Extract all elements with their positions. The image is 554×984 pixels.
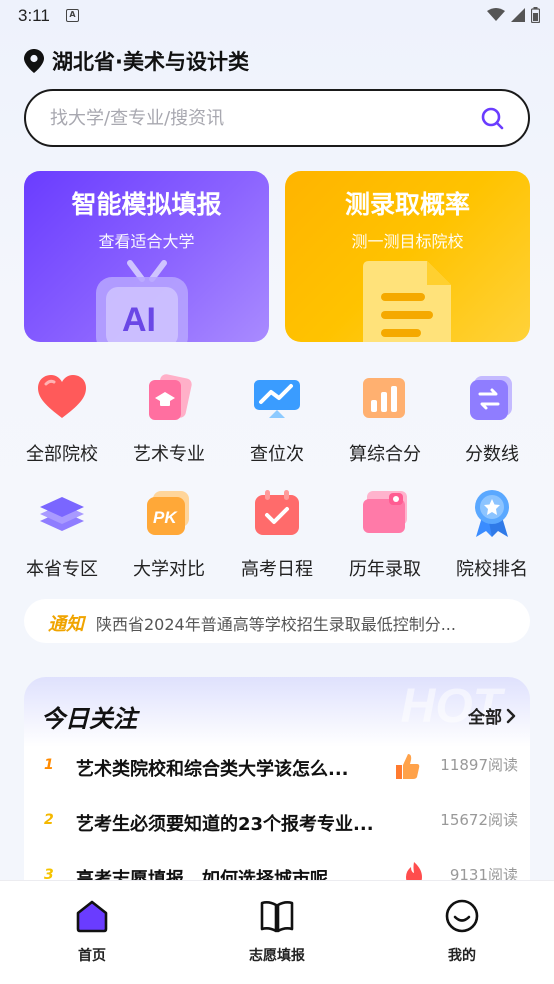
location-text: 湖北省·美术与设计类: [52, 50, 249, 74]
rank-number: 1: [44, 757, 54, 773]
chevron-right-icon: [506, 708, 516, 723]
notice-text: 陕西省2024年普通高等学校招生录取最低控制分...: [96, 615, 456, 634]
grid-item-all-schools[interactable]: 全部院校: [8, 372, 116, 466]
ai-badge-text: AI: [122, 301, 156, 339]
art-cards-icon: [149, 374, 192, 420]
bottom-tab-bar: 首页 志愿填报 我的: [0, 880, 554, 984]
admission-probability-card[interactable]: 测录取概率 测一测目标院校: [285, 171, 530, 342]
grid-item-school-ranking[interactable]: 院校排名: [438, 487, 546, 581]
svg-text:PK: PK: [153, 508, 178, 527]
tab-application[interactable]: 志愿填报: [217, 899, 337, 965]
layers-icon: [40, 497, 84, 531]
signal-icon: [511, 8, 525, 22]
article-row[interactable]: 2 艺考生必须要知道的23个报考专业... 15672阅读: [24, 804, 530, 844]
rank-number: 2: [44, 812, 54, 828]
grid-item-label: 查位次: [250, 444, 304, 465]
article-title: 艺考生必须要知道的23个报考专业...: [76, 814, 374, 835]
grid-item-label: 高考日程: [241, 559, 313, 580]
grid-item-province-zone[interactable]: 本省专区: [8, 487, 116, 581]
grid-item-rank-lookup[interactable]: 查位次: [223, 372, 331, 466]
card-title: 智能模拟填报: [71, 190, 222, 219]
article-row[interactable]: 1 艺术类院校和综合类大学该怎么... 11897阅读: [24, 749, 530, 789]
medal-icon: [475, 490, 509, 537]
today-focus-panel: HOT 今日关注 全部 1 艺术类院校和综合类大学该怎么... 11897阅读 …: [24, 677, 530, 907]
view-all-link[interactable]: 全部: [468, 703, 516, 728]
search-icon[interactable]: [480, 106, 504, 130]
grid-item-label: 算综合分: [349, 444, 421, 465]
bar-chart-icon: [363, 378, 405, 418]
grid-item-composite-score[interactable]: 算综合分: [331, 372, 439, 466]
wallet-icon: [363, 491, 407, 533]
score-line-icon: [470, 376, 512, 420]
tab-label: 我的: [448, 948, 476, 964]
grid-item-label: 本省专区: [26, 559, 98, 580]
read-count: 15672阅读: [440, 811, 518, 829]
notice-tag: 通知: [48, 614, 84, 635]
battery-icon: [531, 7, 540, 23]
location-selector[interactable]: 湖北省·美术与设计类: [24, 46, 249, 76]
chart-trend-icon: [254, 380, 300, 418]
tab-profile[interactable]: 我的: [402, 899, 522, 965]
grid-item-exam-schedule[interactable]: 高考日程: [223, 487, 331, 581]
smart-simulation-card[interactable]: 智能模拟填报 查看适合大学 AI: [24, 171, 269, 342]
status-time: 3:11: [18, 6, 50, 25]
tab-home[interactable]: 首页: [32, 899, 152, 965]
wifi-icon: [487, 8, 505, 21]
tab-label: 志愿填报: [249, 948, 305, 964]
grid-item-past-admissions[interactable]: 历年录取: [331, 487, 439, 581]
heart-icon: [38, 375, 86, 418]
grid-item-label: 艺术专业: [133, 444, 205, 465]
grid-item-label: 大学对比: [133, 559, 205, 580]
grid-item-art-majors[interactable]: 艺术专业: [115, 372, 223, 466]
smile-icon: [445, 899, 479, 933]
home-icon: [76, 900, 108, 933]
read-count: 11897阅读: [440, 756, 518, 774]
pk-icon: PK: [147, 491, 189, 535]
calendar-icon: [255, 490, 299, 535]
thumbs-up-icon: [396, 754, 420, 779]
grid-item-label: 分数线: [465, 444, 519, 465]
grid-item-label: 院校排名: [456, 559, 528, 580]
search-input[interactable]: [50, 105, 470, 131]
notification-badge: A: [66, 9, 79, 22]
section-title: 今日关注: [41, 705, 137, 733]
notice-bar[interactable]: 通知 陕西省2024年普通高等学校招生录取最低控制分...: [24, 599, 530, 643]
grid-item-score-line[interactable]: 分数线: [438, 372, 546, 466]
tab-label: 首页: [78, 948, 106, 964]
card-subtitle: 查看适合大学: [98, 232, 195, 251]
status-icons: [487, 7, 540, 23]
grid-item-label: 历年录取: [349, 559, 421, 580]
grid-item-university-compare[interactable]: PK 大学对比: [115, 487, 223, 581]
card-subtitle: 测一测目标院校: [351, 232, 464, 251]
grid-item-label: 全部院校: [26, 444, 98, 465]
card-title: 测录取概率: [344, 190, 470, 219]
book-icon: [260, 901, 294, 933]
location-pin-icon: [24, 49, 44, 73]
view-all-label: 全部: [468, 708, 502, 728]
ai-tv-icon: AI: [96, 260, 188, 342]
search-bar[interactable]: [24, 89, 530, 147]
status-bar: 3:11 A: [0, 0, 554, 32]
document-icon: [363, 261, 451, 342]
article-title: 艺术类院校和综合类大学该怎么...: [76, 759, 349, 780]
